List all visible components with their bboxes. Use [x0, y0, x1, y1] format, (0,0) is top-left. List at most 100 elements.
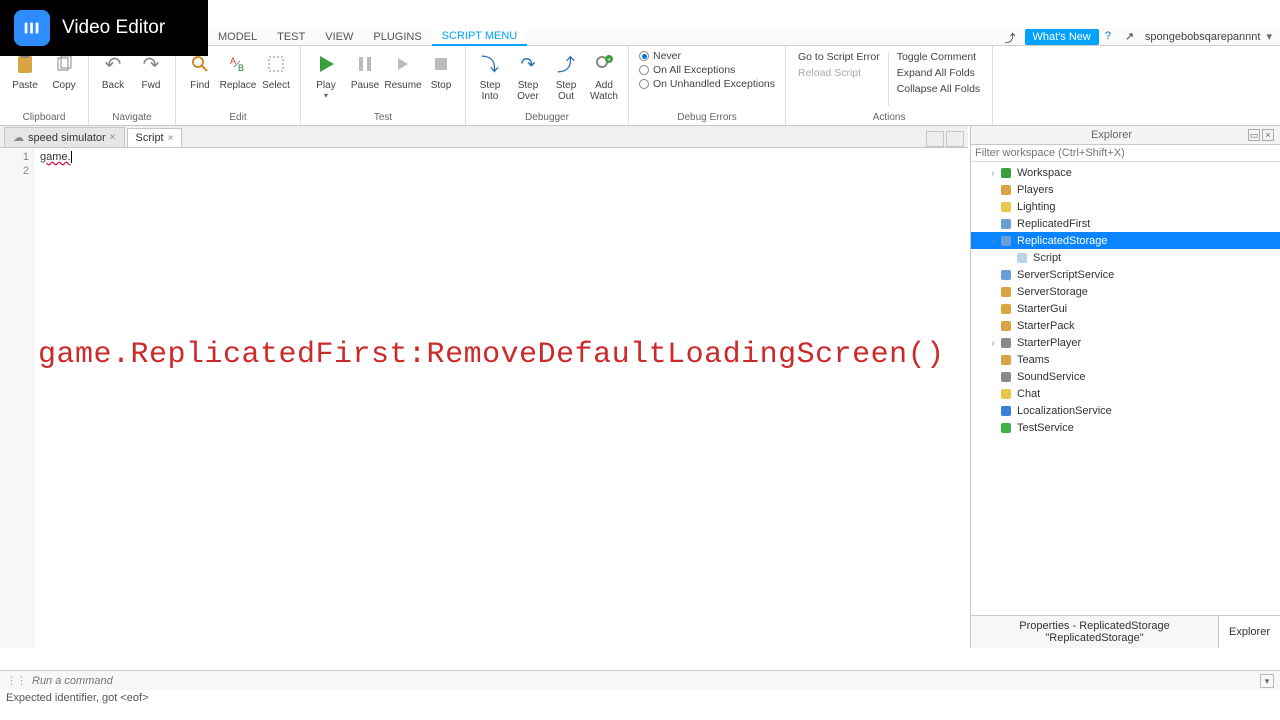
ribbon: Paste Copy Clipboard ↶ Back ↷ Fwd Naviga… — [0, 46, 1280, 126]
tab-test[interactable]: TEST — [267, 29, 315, 45]
dock-icon[interactable]: ▭ — [1248, 129, 1260, 141]
back-button[interactable]: ↶ Back — [95, 48, 131, 110]
tree-item-chat[interactable]: Chat — [971, 385, 1280, 402]
goto-script-error-button[interactable]: Go to Script Error — [796, 50, 882, 64]
tree-node-icon — [1015, 251, 1029, 265]
tree-node-icon — [999, 319, 1013, 333]
radio-unhandled[interactable]: On Unhandled Exceptions — [639, 78, 775, 90]
tree-node-icon — [999, 234, 1013, 248]
toggle-comment-button[interactable]: Toggle Comment — [895, 50, 982, 64]
group-label-actions: Actions — [873, 110, 906, 125]
drag-handle-icon: ⋮⋮ — [6, 674, 26, 687]
username-label[interactable]: spongebobsqarepannnt — [1145, 31, 1261, 43]
line-gutter: 1 2 — [0, 148, 34, 648]
code-area[interactable]: game. game.ReplicatedFirst:RemoveDefault… — [34, 148, 968, 648]
tree-item-script[interactable]: Script — [971, 249, 1280, 266]
paste-button[interactable]: Paste — [6, 48, 44, 110]
file-tab-script[interactable]: Script × — [127, 128, 183, 147]
code-line-2 — [40, 164, 962, 178]
tab-script-menu[interactable]: SCRIPT MENU — [432, 28, 528, 46]
command-dropdown-icon[interactable]: ▾ — [1260, 674, 1274, 688]
select-button[interactable]: Select — [258, 48, 294, 110]
stop-button[interactable]: Stop — [423, 48, 459, 110]
tree-item-teams[interactable]: Teams — [971, 351, 1280, 368]
command-bar[interactable]: ⋮⋮ ▾ — [0, 670, 1280, 690]
tree-node-icon — [999, 200, 1013, 214]
tree-item-starterpack[interactable]: StarterPack — [971, 317, 1280, 334]
tree-node-icon — [999, 268, 1013, 282]
play-dropdown-icon[interactable]: ▾ — [324, 91, 328, 100]
tab-view[interactable]: VIEW — [315, 29, 363, 45]
file-tabs-controls — [926, 131, 968, 147]
tree-item-replicatedstorage[interactable]: ⌄ReplicatedStorage — [971, 232, 1280, 249]
tab-model[interactable]: MODEL — [208, 29, 267, 45]
user-dropdown-icon[interactable]: ▾ — [1266, 30, 1272, 43]
explorer-tab[interactable]: Explorer — [1219, 622, 1280, 642]
split-button[interactable] — [926, 131, 944, 147]
radio-all-exceptions[interactable]: On All Exceptions — [639, 64, 775, 76]
tree-item-localizationservice[interactable]: LocalizationService — [971, 402, 1280, 419]
command-input[interactable] — [32, 675, 1256, 687]
tree-item-soundservice[interactable]: SoundService — [971, 368, 1280, 385]
tree-item-lighting[interactable]: Lighting — [971, 198, 1280, 215]
explorer-filter[interactable] — [971, 145, 1280, 162]
help-icon[interactable]: ? — [1105, 30, 1119, 44]
copy-button[interactable]: Copy — [46, 48, 82, 110]
line-number: 2 — [0, 164, 29, 178]
tab-plugins[interactable]: PLUGINS — [363, 29, 431, 45]
code-line-1: game. — [40, 150, 962, 164]
step-into-button[interactable]: ⤵ Step Into — [472, 48, 508, 110]
pause-icon — [351, 50, 379, 78]
expand-folds-button[interactable]: Expand All Folds — [895, 66, 982, 80]
close-icon[interactable]: × — [110, 132, 116, 143]
tree-item-players[interactable]: Players — [971, 181, 1280, 198]
file-tab-speed-simulator[interactable]: ☁ speed simulator × — [4, 127, 125, 147]
tree-node-icon — [999, 285, 1013, 299]
tree-item-serverscriptservice[interactable]: ServerScriptService — [971, 266, 1280, 283]
tree-item-testservice[interactable]: TestService — [971, 419, 1280, 436]
filter-input[interactable] — [975, 147, 1276, 159]
find-button[interactable]: Find — [182, 48, 218, 110]
tree-item-startergui[interactable]: StarterGui — [971, 300, 1280, 317]
replace-button[interactable]: AB Replace — [220, 48, 256, 110]
tree-item-replicatedfirst[interactable]: ReplicatedFirst — [971, 215, 1280, 232]
tree-item-serverstorage[interactable]: ServerStorage — [971, 283, 1280, 300]
expander-icon[interactable]: › — [987, 338, 999, 348]
group-label-navigate: Navigate — [112, 110, 151, 125]
fwd-button[interactable]: ↷ Fwd — [133, 48, 169, 110]
ribbon-group-test: Play ▾ Pause Resume Stop Test — [301, 46, 466, 125]
add-watch-button[interactable]: + Add Watch — [586, 48, 622, 110]
reload-script-button[interactable]: Reload Script — [796, 66, 882, 80]
close-icon[interactable]: × — [1262, 129, 1274, 141]
tree-item-starterplayer[interactable]: ›StarterPlayer — [971, 334, 1280, 351]
play-button[interactable]: Play ▾ — [307, 48, 345, 110]
close-icon[interactable]: × — [168, 133, 174, 144]
step-out-button[interactable]: ⤴ Step Out — [548, 48, 584, 110]
svg-text:A: A — [230, 56, 236, 66]
expander-icon[interactable]: › — [987, 168, 999, 178]
group-label-edit: Edit — [229, 110, 246, 125]
tree-item-workspace[interactable]: › Workspace — [971, 164, 1280, 181]
select-icon — [262, 50, 290, 78]
step-into-icon: ⤵ — [476, 50, 504, 78]
expander-icon[interactable]: ⌄ — [987, 235, 999, 246]
ribbon-group-debugger: ⤵ Step Into ↷ Step Over ⤴ Step Out + Add… — [466, 46, 629, 125]
radio-icon — [639, 65, 649, 75]
tree-item-label: Lighting — [1017, 201, 1056, 213]
collapse-folds-button[interactable]: Collapse All Folds — [895, 82, 982, 96]
pause-button[interactable]: Pause — [347, 48, 383, 110]
status-text: Expected identifier, got <eof> — [6, 692, 149, 704]
maximize-button[interactable] — [946, 131, 964, 147]
upload-icon[interactable]: ⤴ — [1005, 30, 1019, 44]
whats-new-button[interactable]: What's New — [1025, 29, 1099, 45]
resume-button[interactable]: Resume — [385, 48, 421, 110]
tree-item-label: Workspace — [1017, 167, 1072, 179]
radio-never[interactable]: Never — [639, 50, 775, 62]
tree-item-label: SoundService — [1017, 371, 1086, 383]
cloud-icon: ☁ — [13, 131, 24, 144]
explorer-tree[interactable]: › Workspace Players Lighting ReplicatedFirst… — [971, 162, 1280, 615]
add-watch-icon: + — [590, 50, 618, 78]
share-icon[interactable]: ↗ — [1125, 30, 1139, 44]
code-editor[interactable]: 1 2 game. game.ReplicatedFirst:RemoveDef… — [0, 148, 968, 648]
step-over-button[interactable]: ↷ Step Over — [510, 48, 546, 110]
